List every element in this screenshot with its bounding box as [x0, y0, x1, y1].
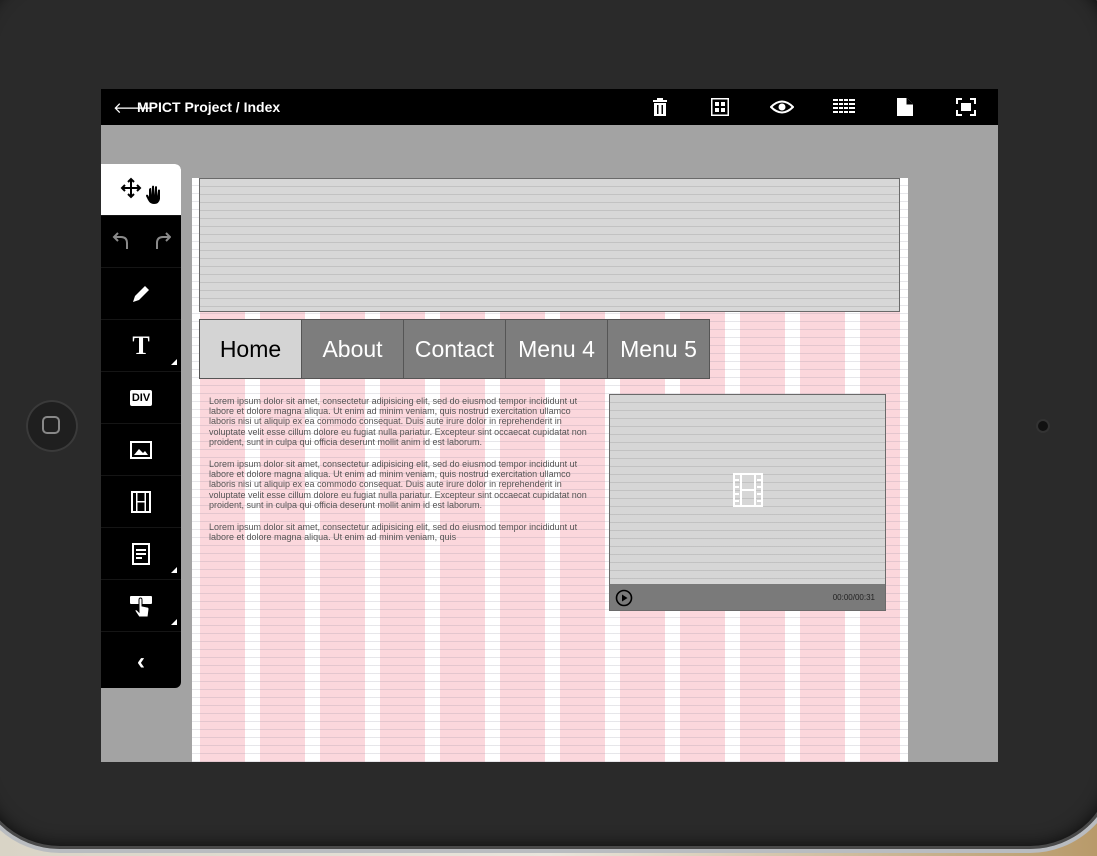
film-icon — [733, 473, 763, 512]
columns-grid-icon[interactable] — [832, 95, 856, 119]
project-title: MPICT Project / Index — [137, 99, 281, 115]
nav-menu: Home About Contact Menu 4 Menu 5 — [199, 319, 710, 379]
text-tool-label: T — [132, 330, 150, 360]
eye-icon[interactable] — [770, 95, 794, 119]
paragraph: Lorem ipsum dolor sit amet, consectetur … — [209, 396, 587, 447]
paragraph: Lorem ipsum dolor sit amet, consectetur … — [209, 459, 587, 510]
div-icon[interactable]: DIV — [101, 372, 181, 424]
undo-redo-icon[interactable] — [101, 216, 181, 268]
nav-item-menu-4[interactable]: Menu 4 — [505, 319, 608, 379]
collapse-icon[interactable]: ‹ — [101, 636, 181, 688]
text-icon[interactable]: T — [101, 320, 181, 372]
nav-item-menu-5[interactable]: Menu 5 — [607, 319, 710, 379]
nav-item-about[interactable]: About — [301, 319, 404, 379]
div-tool-label: DIV — [129, 389, 153, 406]
video-time: 00:00/00:31 — [832, 593, 875, 602]
body-text[interactable]: Lorem ipsum dolor sit amet, consectetur … — [209, 396, 599, 554]
app-screen: 🡐 MPICT Project / Index Home About Conta… — [101, 89, 998, 762]
nav-item-home[interactable]: Home — [199, 319, 302, 379]
document-icon[interactable] — [893, 95, 917, 119]
image-icon[interactable] — [101, 424, 181, 476]
top-toolbar: 🡐 MPICT Project / Index — [101, 89, 998, 125]
trash-icon[interactable] — [648, 95, 672, 119]
front-camera — [1038, 421, 1048, 431]
touch-icon[interactable] — [101, 580, 181, 632]
play-icon[interactable] — [615, 589, 633, 612]
header-placeholder[interactable] — [199, 178, 900, 312]
tool-palette: T DIV ‹ — [101, 164, 181, 688]
paragraph: Lorem ipsum dolor sit amet, consectetur … — [209, 522, 578, 543]
collapse-label: ‹ — [137, 648, 145, 675]
move-hand-icon[interactable] — [101, 164, 181, 216]
home-button[interactable] — [26, 400, 78, 452]
nav-item-contact[interactable]: Contact — [403, 319, 506, 379]
fullscreen-icon[interactable] — [954, 95, 978, 119]
video-controls: 00:00/00:31 — [610, 584, 885, 610]
film-icon[interactable] — [101, 476, 181, 528]
grid-preview-icon[interactable] — [708, 95, 732, 119]
pencil-icon[interactable] — [101, 268, 181, 320]
video-player[interactable]: 00:00/00:31 — [609, 394, 886, 611]
form-icon[interactable] — [101, 528, 181, 580]
design-canvas[interactable]: Home About Contact Menu 4 Menu 5 Lorem i… — [192, 178, 908, 762]
